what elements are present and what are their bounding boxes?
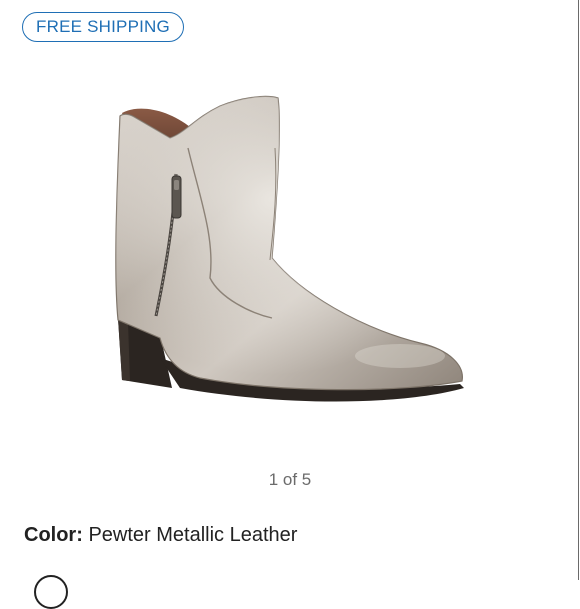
color-detail: Color: Pewter Metallic Leather xyxy=(24,524,297,547)
color-label: Color: xyxy=(24,524,83,546)
screen-edge-divider xyxy=(578,0,579,580)
image-counter: 1 of 5 xyxy=(268,470,312,489)
avatar[interactable] xyxy=(34,575,68,609)
product-image[interactable] xyxy=(100,88,480,418)
ankle-boot-icon xyxy=(115,95,464,402)
free-shipping-badge: FREE SHIPPING xyxy=(22,12,184,42)
color-value: Pewter Metallic Leather xyxy=(88,524,298,546)
